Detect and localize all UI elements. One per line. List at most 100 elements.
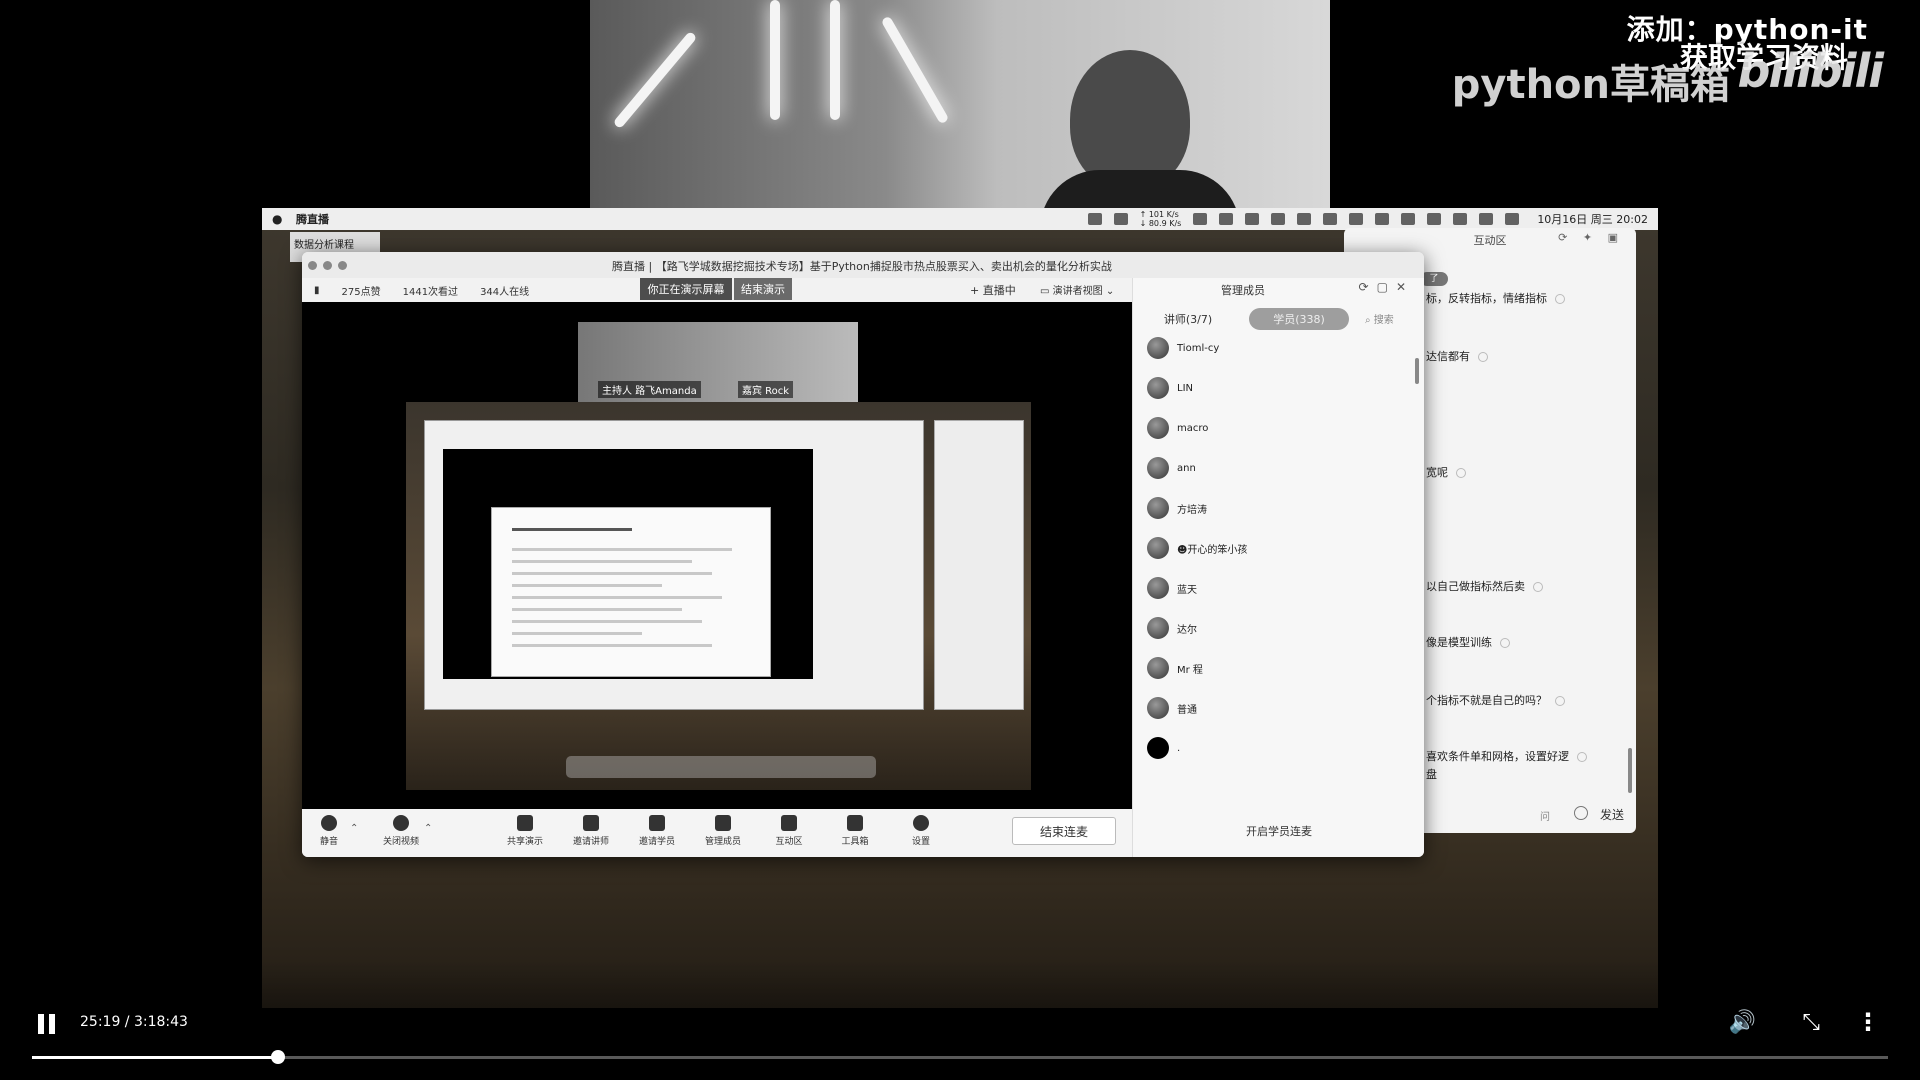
invite-student-button[interactable]: 邀请学员 <box>630 815 684 847</box>
reply-icon[interactable] <box>1500 638 1510 648</box>
chat-message-text: 个指标不就是自己的吗？ <box>1426 694 1547 707</box>
emoji-icon[interactable] <box>1574 806 1588 820</box>
net-down: ↓ 80.9 K/s <box>1139 219 1182 228</box>
end-lianmai-button[interactable]: 结束连麦 <box>1012 817 1116 845</box>
interaction-button[interactable]: 互动区 <box>762 815 816 847</box>
member-row[interactable]: . <box>1147 734 1180 762</box>
member-row[interactable]: 蓝天 <box>1147 574 1197 602</box>
members-icon <box>715 815 731 831</box>
member-row[interactable]: 达尔 <box>1147 614 1197 642</box>
search-button[interactable]: ⌕ 搜索 <box>1365 311 1394 326</box>
tab-student[interactable]: 学员(338) <box>1249 308 1349 330</box>
views-count: 1441次看过 <box>402 286 459 298</box>
window-icon[interactable] <box>1113 213 1128 225</box>
pause-icon <box>38 1014 44 1034</box>
member-row[interactable]: LIN <box>1147 374 1193 402</box>
chat-message-text: 以自己做指标然后卖 <box>1426 580 1525 593</box>
avatar <box>1147 417 1169 439</box>
menubar-app-name[interactable]: 腾直播 <box>296 211 329 227</box>
zoom-window-icon[interactable] <box>338 260 347 270</box>
reply-icon[interactable] <box>1555 696 1565 706</box>
pause-button[interactable] <box>38 1012 58 1036</box>
siri-icon[interactable] <box>1505 213 1520 225</box>
member-row[interactable]: 方培涛 <box>1147 494 1207 522</box>
chevron-up-icon[interactable]: ⌃ <box>424 823 432 834</box>
member-name: Tioml-cy <box>1177 342 1220 354</box>
progress-knob[interactable] <box>271 1050 285 1064</box>
wps-icon[interactable] <box>1245 213 1260 225</box>
interaction-scrollbar[interactable] <box>1628 748 1632 793</box>
calendar-icon[interactable] <box>1193 213 1208 225</box>
manage-members-button[interactable]: 管理成员 <box>696 815 750 847</box>
invite-lecturer-button[interactable]: 邀请讲师 <box>564 815 618 847</box>
battery-icon[interactable] <box>1401 213 1416 225</box>
members-window-controls[interactable]: ⟳▢✕ <box>1359 280 1414 294</box>
open-student-lianmai-button[interactable]: 开启学员连麦 <box>1133 823 1424 839</box>
chat-message-text: 盘 <box>1426 768 1437 781</box>
network-speed: ↑ 101 K/s ↓ 80.9 K/s <box>1140 210 1182 228</box>
member-row[interactable]: Tioml-cy <box>1147 334 1219 362</box>
end-demo-button[interactable]: 结束演示 <box>734 278 792 300</box>
control-center-icon[interactable] <box>1479 213 1494 225</box>
reply-icon[interactable] <box>1478 352 1488 362</box>
member-name: 蓝天 <box>1177 584 1197 596</box>
settings-button[interactable]: 设置 <box>894 815 948 847</box>
chevron-up-icon[interactable]: ⌃ <box>350 823 358 834</box>
doc-line <box>512 596 722 599</box>
nested-members-panel <box>934 420 1024 710</box>
reply-icon[interactable] <box>1555 294 1565 304</box>
reply-icon[interactable] <box>1456 468 1466 478</box>
more-vertical-icon[interactable]: ⋮ <box>1856 1008 1880 1036</box>
app-tray-icon[interactable] <box>1271 213 1286 225</box>
screen-share-icon[interactable] <box>1087 213 1102 225</box>
apple-icon[interactable]: ● <box>272 212 286 226</box>
close-video-button[interactable]: 关闭视频 <box>374 815 428 847</box>
members-scrollbar[interactable] <box>1415 358 1419 384</box>
interaction-window-controls[interactable]: ⟳ ✦ ▣ <box>1558 231 1624 244</box>
volume-icon[interactable]: 🔊 <box>1729 1010 1756 1035</box>
live-status-text: 直播中 <box>982 284 1016 297</box>
host-name-tag: 主持人 路飞Amanda <box>598 381 701 398</box>
chat-message-text: 标，反转指标，情绪指标 <box>1426 292 1547 305</box>
member-row[interactable]: ☻开心的笨小孩 <box>1147 534 1247 562</box>
cloud-icon[interactable] <box>1297 213 1312 225</box>
member-row[interactable]: 普通 <box>1147 694 1197 722</box>
menubar-clock[interactable]: 10月16日 周三 20:02 <box>1537 211 1648 227</box>
share-button[interactable]: 共享演示 <box>498 815 552 847</box>
volume-tray-icon[interactable] <box>1323 213 1338 225</box>
player-controls-overlay <box>0 960 1920 1080</box>
doc-heading <box>512 528 632 531</box>
display-icon[interactable] <box>1349 213 1364 225</box>
app-titlebar: 腾直播 | 【路飞学城数据挖掘技术专场】基于Python捕捉股市热点股票买入、卖… <box>302 252 1424 278</box>
reply-icon[interactable] <box>1577 752 1587 762</box>
send-button[interactable]: 发送 <box>1600 806 1624 823</box>
chat-icon[interactable] <box>1219 213 1234 225</box>
wifi-icon[interactable] <box>1427 213 1442 225</box>
bluetooth-icon[interactable] <box>1375 213 1390 225</box>
tab-teacher[interactable]: 讲师(3/7) <box>1153 308 1223 330</box>
reply-icon[interactable] <box>1533 582 1543 592</box>
progress-track[interactable] <box>32 1056 1888 1059</box>
pause-icon <box>49 1014 55 1034</box>
chat-message: 宽呢 <box>1426 464 1466 480</box>
view-mode-select[interactable]: ▭ 演讲者视图 ⌄ <box>1040 282 1114 297</box>
member-name: 方培涛 <box>1177 504 1207 516</box>
microphone-icon <box>321 815 337 831</box>
ask-label[interactable]: 问 <box>1540 808 1550 823</box>
members-panel: 管理成员 ⟳▢✕ 讲师(3/7) 学员(338) ⌕ 搜索 Tioml-cy L… <box>1132 278 1424 857</box>
exit-fullscreen-icon[interactable]: ⤡ <box>1802 1010 1820 1035</box>
presenting-badge: 你正在演示屏幕 <box>640 278 732 300</box>
watermark-brand: python草稿箱 <box>1451 62 1730 108</box>
search-icon[interactable] <box>1453 213 1468 225</box>
member-name: LIN <box>1177 382 1194 394</box>
mute-button[interactable]: 静音 <box>302 815 356 847</box>
toolbox-button[interactable]: 工具箱 <box>828 815 882 847</box>
nested-dock <box>566 756 876 778</box>
minimize-window-icon[interactable] <box>323 260 332 270</box>
doc-line <box>512 560 692 563</box>
close-window-icon[interactable] <box>308 260 317 270</box>
manage-members-label: 管理成员 <box>704 837 741 847</box>
member-row[interactable]: ann <box>1147 454 1196 482</box>
member-row[interactable]: Mr 程 <box>1147 654 1203 682</box>
member-row[interactable]: macro <box>1147 414 1208 442</box>
